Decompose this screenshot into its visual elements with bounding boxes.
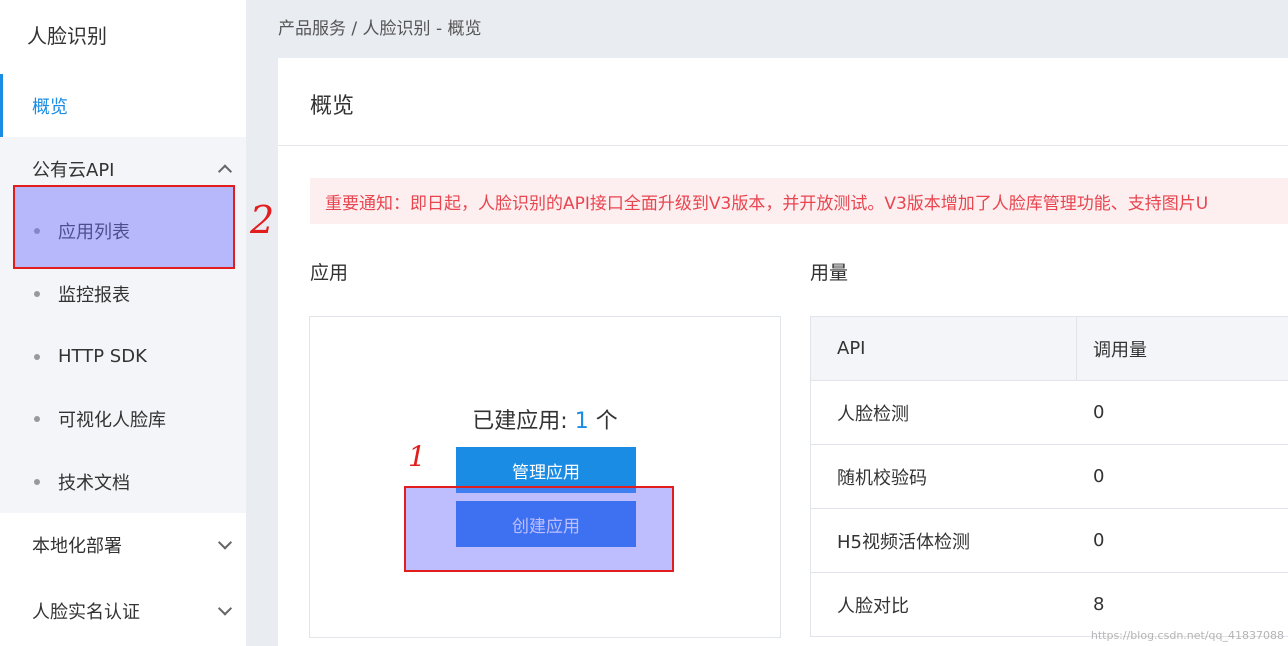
- sidebar-item-label: HTTP SDK: [58, 346, 147, 367]
- sidebar-item-visual-face-library[interactable]: 可视化人脸库: [0, 387, 246, 450]
- table-row: 人脸对比 8: [811, 573, 1288, 637]
- sidebar-group-local-deploy[interactable]: 本地化部署: [0, 513, 246, 576]
- table-row: 人脸检测 0: [811, 381, 1288, 445]
- divider: [278, 145, 1288, 146]
- cell-api: 人脸检测: [837, 403, 909, 425]
- cell-calls: 0: [1093, 466, 1105, 487]
- apps-panel: 已建应用: 1 个 管理应用 创建应用: [309, 316, 781, 638]
- sidebar-item-monitor-report[interactable]: 监控报表: [0, 262, 246, 325]
- sidebar-item-label: 可视化人脸库: [58, 409, 166, 431]
- chevron-down-icon: [217, 601, 233, 616]
- column-header-calls: 调用量: [1093, 339, 1147, 361]
- notice-banner: 重要通知：即日起，人脸识别的API接口全面升级到V3版本，并开放测试。V3版本增…: [310, 178, 1288, 224]
- annotation-box-2: [13, 185, 235, 269]
- sidebar-group-label: 人脸实名认证: [32, 602, 140, 623]
- app-count-prefix: 已建应用:: [472, 409, 575, 434]
- cell-api: H5视频活体检测: [837, 531, 970, 553]
- bullet-icon: [34, 415, 40, 422]
- bullet-icon: [34, 353, 40, 360]
- sidebar-item-http-sdk[interactable]: HTTP SDK: [0, 325, 246, 388]
- table-row: 随机校验码 0: [811, 445, 1288, 509]
- cell-api: 随机校验码: [837, 467, 927, 489]
- chevron-down-icon: [217, 534, 233, 550]
- annotation-number-2: 2: [250, 198, 275, 242]
- cell-calls: 0: [1093, 402, 1105, 423]
- cell-calls: 0: [1093, 530, 1105, 551]
- annotation-box-1: [404, 486, 674, 572]
- cell-calls: 8: [1093, 594, 1105, 615]
- sidebar-item-label: 监控报表: [58, 284, 130, 306]
- apps-section-title: 应用: [310, 262, 349, 284]
- sidebar-item-label: 技术文档: [58, 472, 130, 494]
- cell-api: 人脸对比: [837, 595, 909, 617]
- usage-table: API 调用量 人脸检测 0 随机校验码 0 H5视频活体检测 0 人脸对比 8: [810, 316, 1288, 637]
- app-count-suffix: 个: [588, 409, 618, 434]
- sidebar-item-tech-docs[interactable]: 技术文档: [0, 450, 246, 513]
- table-row: H5视频活体检测 0: [811, 509, 1288, 573]
- sidebar-item-label: 概览: [32, 96, 68, 118]
- sidebar-group-label: 本地化部署: [32, 535, 122, 557]
- app-count-number: 1: [574, 409, 589, 434]
- sidebar-title: 人脸识别: [0, 0, 246, 74]
- bullet-icon: [34, 478, 40, 485]
- sidebar: 人脸识别 概览 公有云API 应用列表 监控报表 HTTP SDK 可视化人脸库…: [0, 0, 246, 646]
- sidebar-item-overview[interactable]: 概览: [0, 74, 246, 137]
- sidebar-group-label: 公有云API: [32, 159, 115, 181]
- watermark: https://blog.csdn.net/qq_41837088: [1090, 629, 1284, 642]
- chevron-up-icon: [217, 163, 233, 179]
- sidebar-group-realname-auth[interactable]: 人脸实名认证: [0, 576, 246, 646]
- usage-section-title: 用量: [810, 262, 849, 284]
- bullet-icon: [34, 290, 40, 297]
- annotation-number-1: 1: [408, 440, 426, 473]
- breadcrumb: 产品服务 / 人脸识别 - 概览: [278, 19, 482, 39]
- table-header-row: API 调用量: [811, 317, 1288, 381]
- app-count-text: 已建应用: 1 个: [310, 403, 780, 435]
- column-header-api: API: [811, 317, 1077, 380]
- page-title: 概览: [310, 94, 355, 119]
